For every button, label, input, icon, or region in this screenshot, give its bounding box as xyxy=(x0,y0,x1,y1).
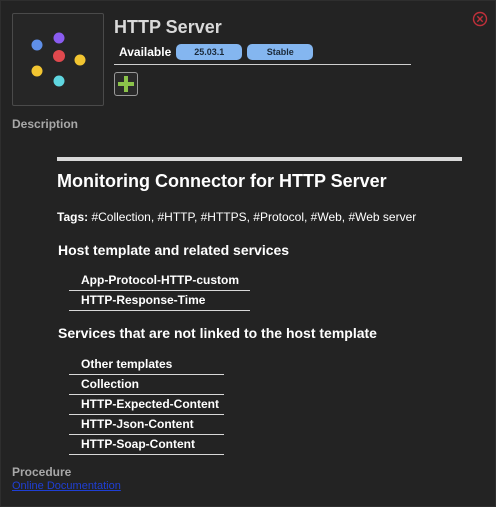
description-title: Monitoring Connector for HTTP Server xyxy=(57,171,387,191)
unlinked-services-table: Other templates Collection HTTP-Expected… xyxy=(69,355,224,455)
plus-icon xyxy=(118,76,134,92)
table-row: HTTP-Soap-Content xyxy=(69,435,224,455)
tags-value: #Collection, #HTTP, #HTTPS, #Protocol, #… xyxy=(88,210,417,224)
description-top-rule xyxy=(57,157,462,161)
unlinked-services-heading: Services that are not linked to the host… xyxy=(58,325,377,341)
header-divider xyxy=(114,64,411,65)
stability-badge: Stable xyxy=(247,44,314,60)
table-row: App-Protocol-HTTP-custom xyxy=(69,271,250,291)
table-row: Collection xyxy=(69,375,224,395)
version-badge: 25.03.1 xyxy=(176,44,243,60)
connector-title: HTTP Server xyxy=(114,17,222,37)
host-template-heading: Host template and related services xyxy=(58,242,290,258)
host-services-table: App-Protocol-HTTP-custom HTTP-Response-T… xyxy=(69,271,250,311)
table-row: HTTP-Json-Content xyxy=(69,415,224,435)
procedure-heading: Procedure xyxy=(12,465,72,479)
connector-detail-panel: HTTP Server Available 25.03.1 Stable Des… xyxy=(0,0,496,507)
description-heading: Description xyxy=(12,117,79,131)
table-row: Other templates xyxy=(69,355,224,375)
table-row: HTTP-Expected-Content xyxy=(69,395,224,415)
install-button[interactable] xyxy=(114,72,138,96)
connector-dots-logo-icon xyxy=(31,32,86,87)
connector-logo xyxy=(12,13,104,106)
online-documentation-link[interactable]: Online Documentation xyxy=(12,480,121,492)
table-row: HTTP-Response-Time xyxy=(69,291,250,311)
close-button[interactable] xyxy=(472,11,488,27)
close-circle-icon xyxy=(472,11,488,27)
status-row: Available 25.03.1 Stable xyxy=(119,43,314,61)
tags-label: Tags: xyxy=(57,210,89,224)
status-label: Available xyxy=(119,45,172,59)
tags-line: Tags: #Collection, #HTTP, #HTTPS, #Proto… xyxy=(57,210,416,224)
